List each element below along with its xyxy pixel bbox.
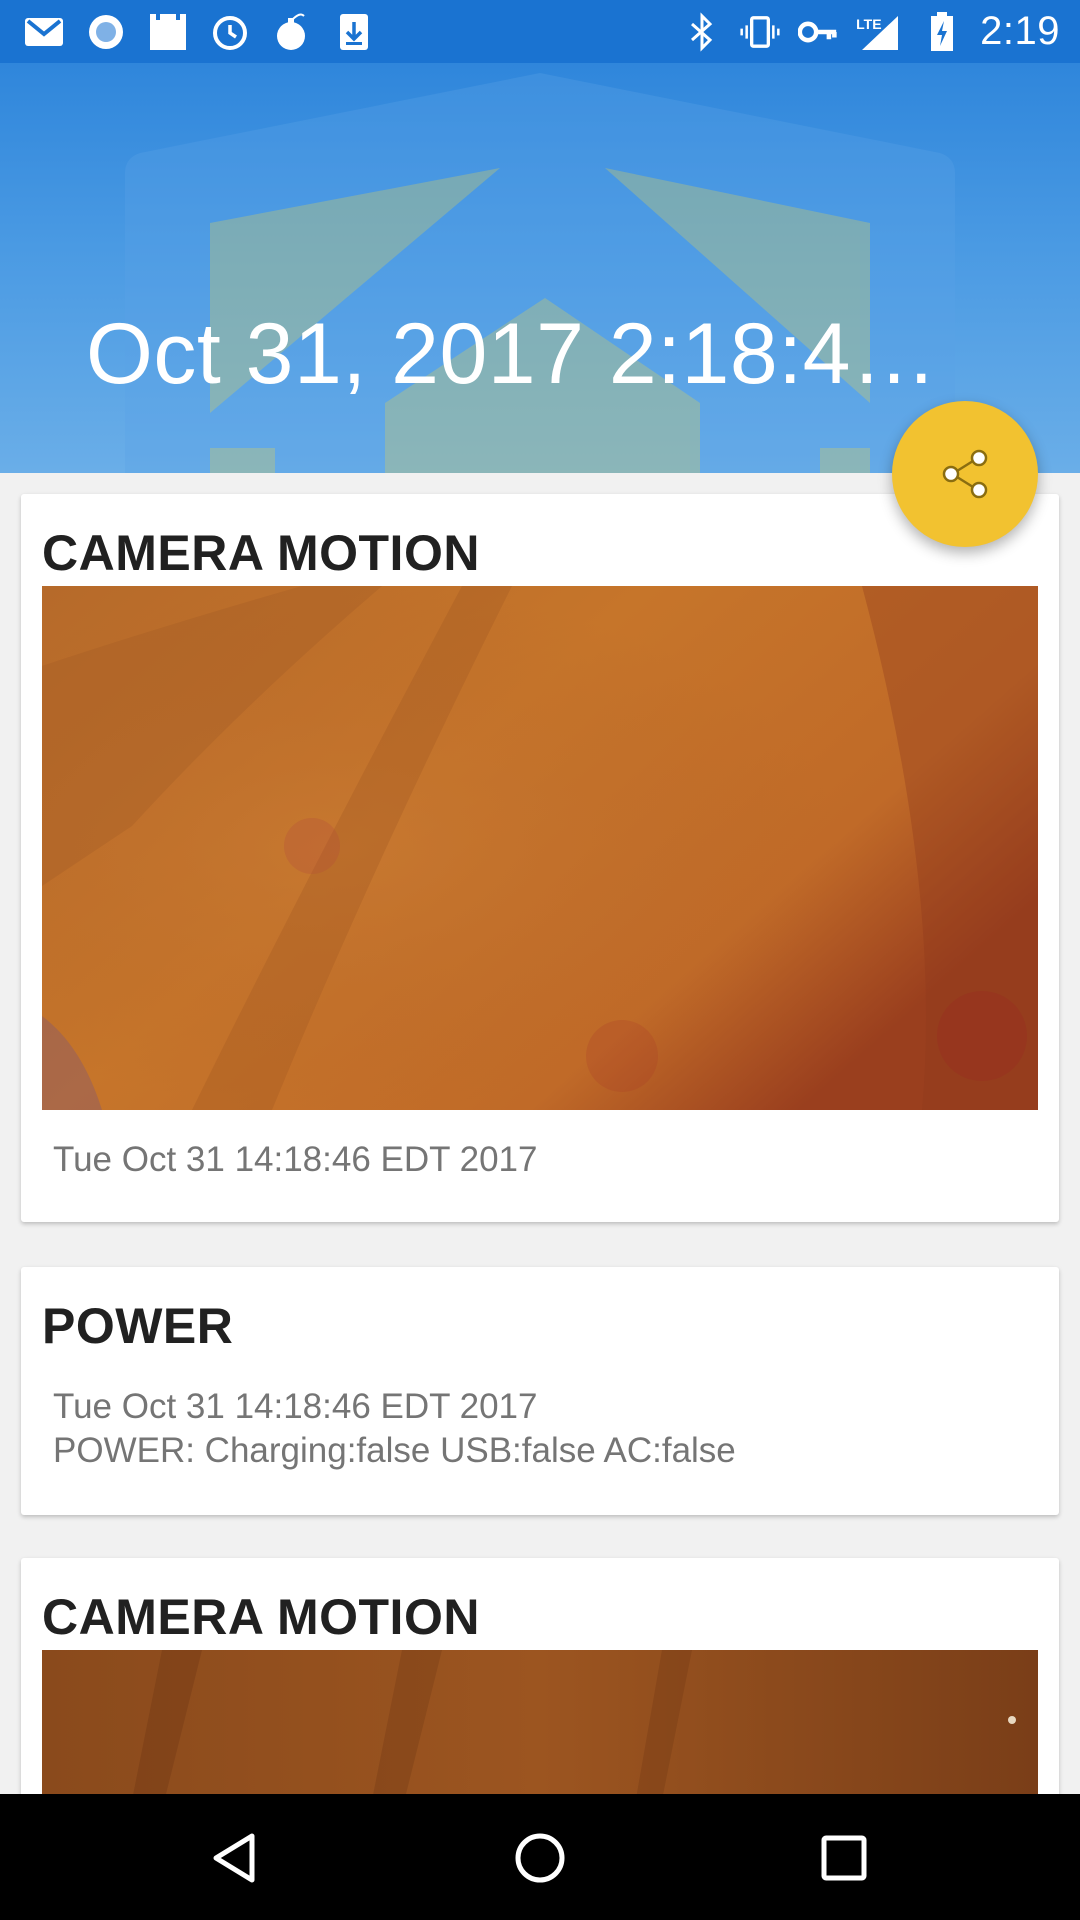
record-icon	[86, 12, 126, 52]
card-title: CAMERA MOTION	[42, 1589, 480, 1645]
system-icons: LTE 2:19	[682, 0, 1060, 63]
bomb-icon	[272, 12, 312, 52]
bluetooth-icon	[682, 11, 722, 52]
notification-icons	[24, 0, 374, 63]
clock: 2:19	[980, 9, 1060, 53]
home-icon	[515, 1833, 565, 1883]
back-icon	[213, 1833, 255, 1883]
vibrate-icon	[740, 12, 780, 52]
lte-signal-icon: LTE	[856, 12, 904, 52]
event-timestamp: Tue Oct 31 14:18:46 EDT 2017	[53, 1140, 538, 1179]
home-button[interactable]	[500, 1818, 580, 1898]
status-bar: LTE 2:19	[0, 0, 1080, 63]
alarm-icon	[210, 12, 250, 52]
download-icon	[334, 12, 374, 52]
card-title: CAMERA MOTION	[42, 525, 480, 581]
battery-charging-icon	[922, 11, 962, 52]
navigation-bar	[0, 1794, 1080, 1920]
recents-icon	[821, 1835, 867, 1881]
event-card-camera-motion[interactable]: CAMERA MOTION	[21, 494, 1059, 1222]
app-header: Oct 31, 2017 2:18:46…	[0, 63, 1080, 473]
page-title: Oct 31, 2017 2:18:46…	[86, 306, 966, 402]
calendar-icon	[148, 11, 188, 52]
power-status-detail: POWER: Charging:false USB:false AC:false	[53, 1431, 736, 1470]
card-title: POWER	[42, 1298, 234, 1354]
vpn-key-icon	[798, 12, 838, 52]
network-label: LTE	[856, 15, 882, 32]
app-logo-background	[125, 73, 955, 473]
recents-button[interactable]	[804, 1818, 884, 1898]
camera-snapshot[interactable]	[42, 586, 1038, 1110]
back-button[interactable]	[196, 1818, 276, 1898]
share-button[interactable]	[892, 401, 1038, 547]
gmail-icon	[24, 12, 64, 52]
snapshot-image	[42, 586, 1038, 1110]
share-icon	[942, 449, 988, 499]
event-card-power[interactable]: POWER Tue Oct 31 14:18:46 EDT 2017 POWER…	[21, 1267, 1059, 1515]
event-timestamp: Tue Oct 31 14:18:46 EDT 2017	[53, 1387, 538, 1426]
